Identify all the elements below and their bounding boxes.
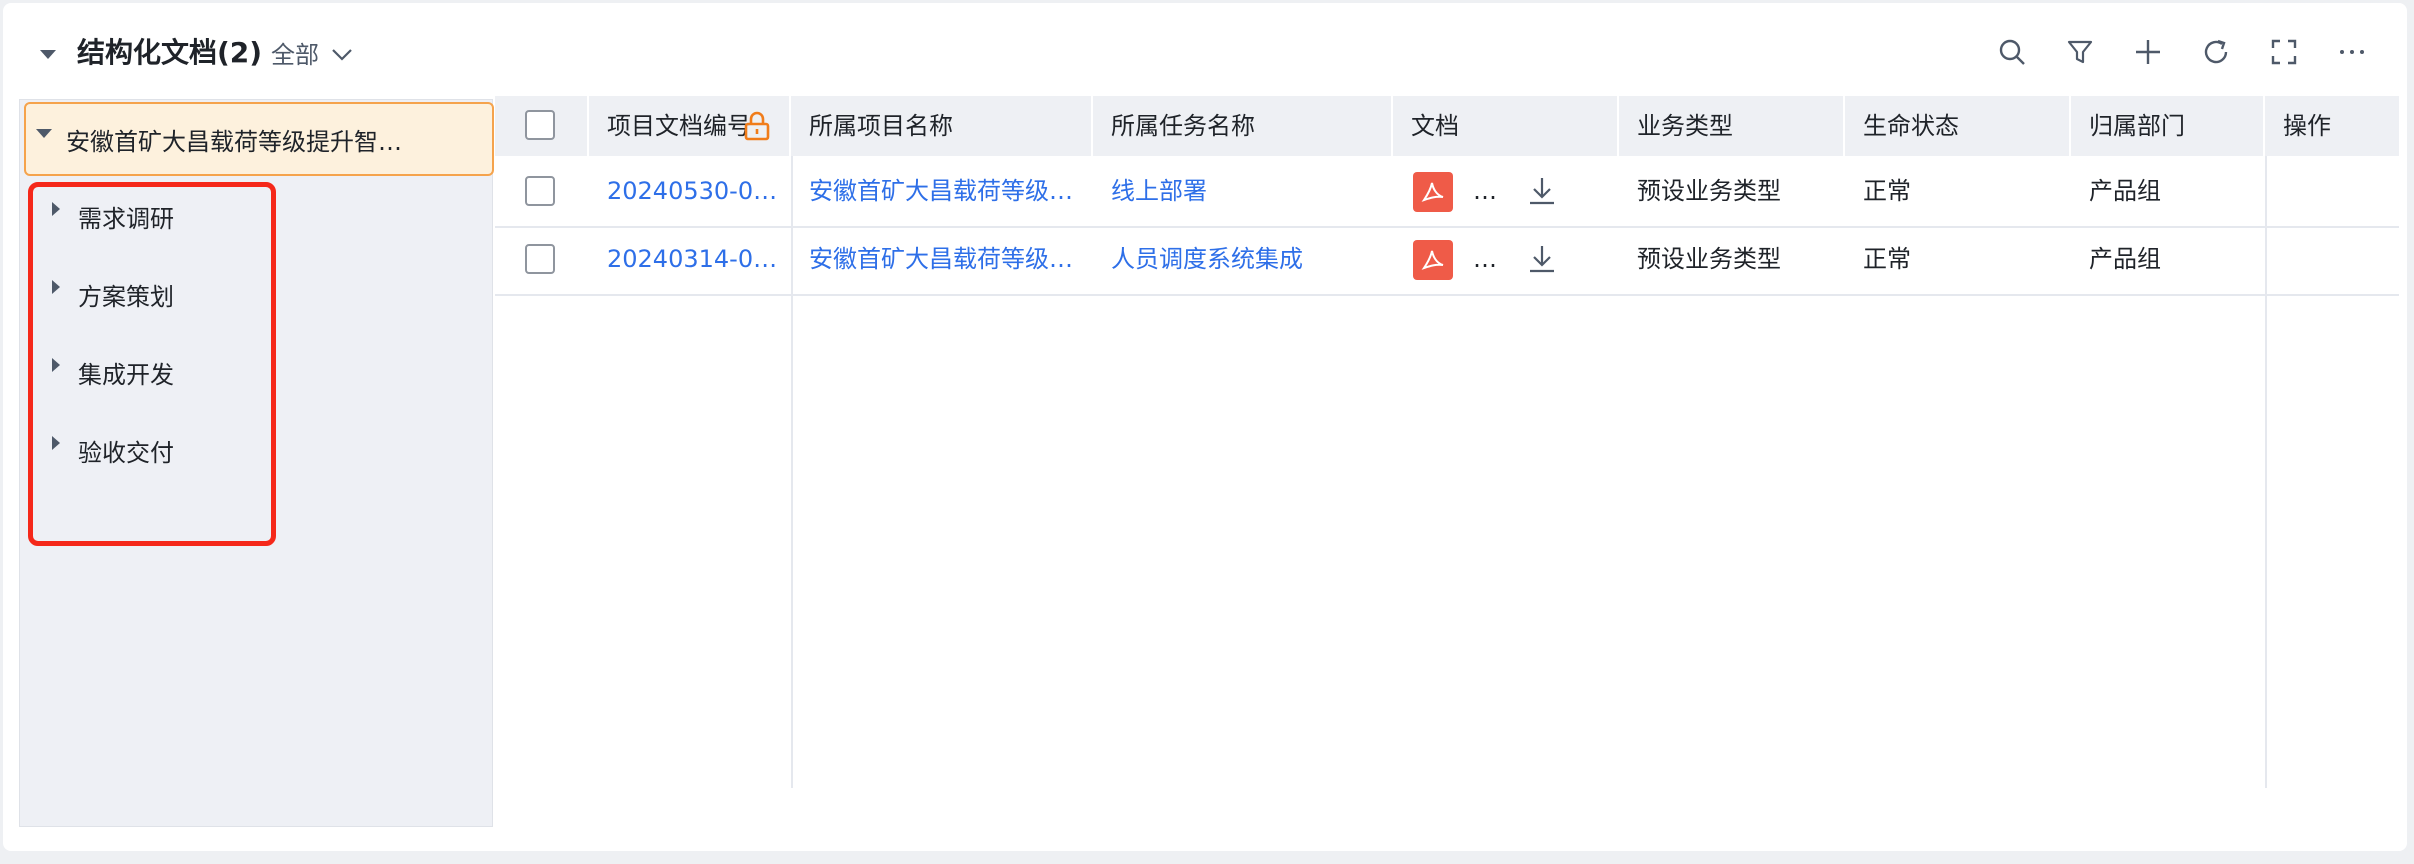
column-header-label: 操作 — [2283, 112, 2331, 140]
caret-right-icon[interactable] — [52, 202, 60, 216]
fullscreen-button[interactable] — [2265, 33, 2303, 71]
column-header-label: 项目文档编号 — [607, 112, 751, 140]
refresh-icon — [2204, 39, 2228, 64]
more-icon — [2340, 50, 2364, 54]
column-header-task[interactable]: 所属任务名称 — [1093, 96, 1393, 156]
filter-button[interactable] — [2061, 33, 2099, 71]
dept-cell: 产品组 — [2089, 177, 2161, 205]
tree-item-label: 集成开发 — [78, 360, 174, 389]
table-row[interactable]: 20240314-00… 安徽首矿大昌载荷等级… 人员调度系统集成 … 预设业务… — [495, 226, 2399, 296]
status-cell: 正常 — [1863, 177, 1911, 205]
structured-docs-card: 结构化文档(2) 全部 安徽首矿大昌载荷等级提升智… 需求调研 方案策划 集成开… — [3, 3, 2407, 851]
plus-icon — [2136, 40, 2160, 64]
doc-code-link[interactable]: 20240314-00… — [589, 226, 791, 294]
toolbar — [1993, 33, 2371, 71]
caret-right-icon[interactable] — [52, 358, 60, 372]
page-title: 结构化文档(2) — [77, 36, 263, 69]
row-checkbox[interactable] — [525, 244, 555, 274]
tree-item-label: 方案策划 — [78, 282, 174, 311]
column-header-label: 所属项目名称 — [809, 112, 953, 140]
table-row[interactable]: 20240530-00… 安徽首矿大昌载荷等级… 线上部署 … 预设业务类型 正… — [495, 158, 2399, 228]
scope-filter-label: 全部 — [271, 41, 319, 69]
fixed-column-divider — [2265, 156, 2267, 788]
fullscreen-icon — [2271, 39, 2297, 65]
documents-table: 项目文档编号 所属项目名称 所属任务名称 文档 业务类型 生命状态 归属部门 操… — [495, 96, 2399, 788]
column-header-dept[interactable]: 归属部门 — [2071, 96, 2265, 156]
column-header-label: 生命状态 — [1863, 112, 1959, 140]
download-icon[interactable] — [1525, 242, 1559, 276]
pdf-file-icon[interactable] — [1413, 240, 1453, 280]
column-header-biz-type[interactable]: 业务类型 — [1619, 96, 1845, 156]
lock-icon[interactable] — [741, 110, 773, 142]
refresh-button[interactable] — [2197, 33, 2235, 71]
column-header-label: 业务类型 — [1637, 112, 1733, 140]
column-header-label: 文档 — [1411, 112, 1459, 140]
row-checkbox[interactable] — [525, 176, 555, 206]
doc-code-link[interactable]: 20240530-00… — [589, 158, 791, 226]
pdf-file-icon[interactable] — [1413, 172, 1453, 212]
caret-right-icon[interactable] — [52, 280, 60, 294]
tree-item-label: 验收交付 — [78, 438, 174, 467]
add-button[interactable] — [2129, 33, 2167, 71]
caret-down-icon[interactable] — [36, 128, 52, 138]
more-button[interactable] — [2333, 33, 2371, 71]
scope-filter-dropdown[interactable]: 全部 — [271, 35, 353, 75]
task-name-link[interactable]: 线上部署 — [1093, 158, 1393, 226]
tree-item-acceptance[interactable]: 验收交付 — [52, 430, 174, 470]
column-header-document[interactable]: 文档 — [1393, 96, 1619, 156]
header-select-cell — [495, 96, 589, 156]
column-header-project[interactable]: 所属项目名称 — [791, 96, 1093, 156]
project-name-link[interactable]: 安徽首矿大昌载荷等级… — [791, 226, 1093, 294]
download-icon[interactable] — [1525, 174, 1559, 208]
doc-name-text[interactable]: … — [1473, 226, 1497, 292]
tree-item-requirements[interactable]: 需求调研 — [52, 196, 174, 236]
search-icon — [1999, 39, 2025, 65]
doc-name-text[interactable]: … — [1473, 158, 1497, 224]
fixed-column-divider — [791, 156, 793, 788]
project-tree: 安徽首矿大昌载荷等级提升智… 需求调研 方案策划 集成开发 验收交付 — [19, 99, 494, 827]
filter-icon — [2067, 40, 2093, 64]
card-header: 结构化文档(2) 全部 — [3, 3, 2407, 99]
column-header-label: 所属任务名称 — [1111, 112, 1255, 140]
table-header: 项目文档编号 所属项目名称 所属任务名称 文档 业务类型 生命状态 归属部门 操… — [495, 96, 2399, 156]
biz-type-cell: 预设业务类型 — [1637, 245, 1781, 273]
column-header-label: 归属部门 — [2089, 112, 2185, 140]
tree-item-planning[interactable]: 方案策划 — [52, 274, 174, 314]
tree-item-development[interactable]: 集成开发 — [52, 352, 174, 392]
column-header-actions: 操作 — [2265, 96, 2399, 156]
project-name-link[interactable]: 安徽首矿大昌载荷等级… — [791, 158, 1093, 226]
tree-root-label: 安徽首矿大昌载荷等级提升智… — [66, 127, 402, 156]
caret-right-icon[interactable] — [52, 436, 60, 450]
tree-item-label: 需求调研 — [78, 204, 174, 233]
status-cell: 正常 — [1863, 245, 1911, 273]
collapse-icon[interactable] — [40, 50, 56, 59]
search-button[interactable] — [1993, 33, 2031, 71]
chevron-down-icon — [332, 49, 352, 61]
task-name-link[interactable]: 人员调度系统集成 — [1093, 226, 1393, 294]
select-all-checkbox[interactable] — [525, 110, 555, 140]
tree-root-project[interactable]: 安徽首矿大昌载荷等级提升智… — [24, 102, 494, 176]
column-header-status[interactable]: 生命状态 — [1845, 96, 2071, 156]
biz-type-cell: 预设业务类型 — [1637, 177, 1781, 205]
dept-cell: 产品组 — [2089, 245, 2161, 273]
